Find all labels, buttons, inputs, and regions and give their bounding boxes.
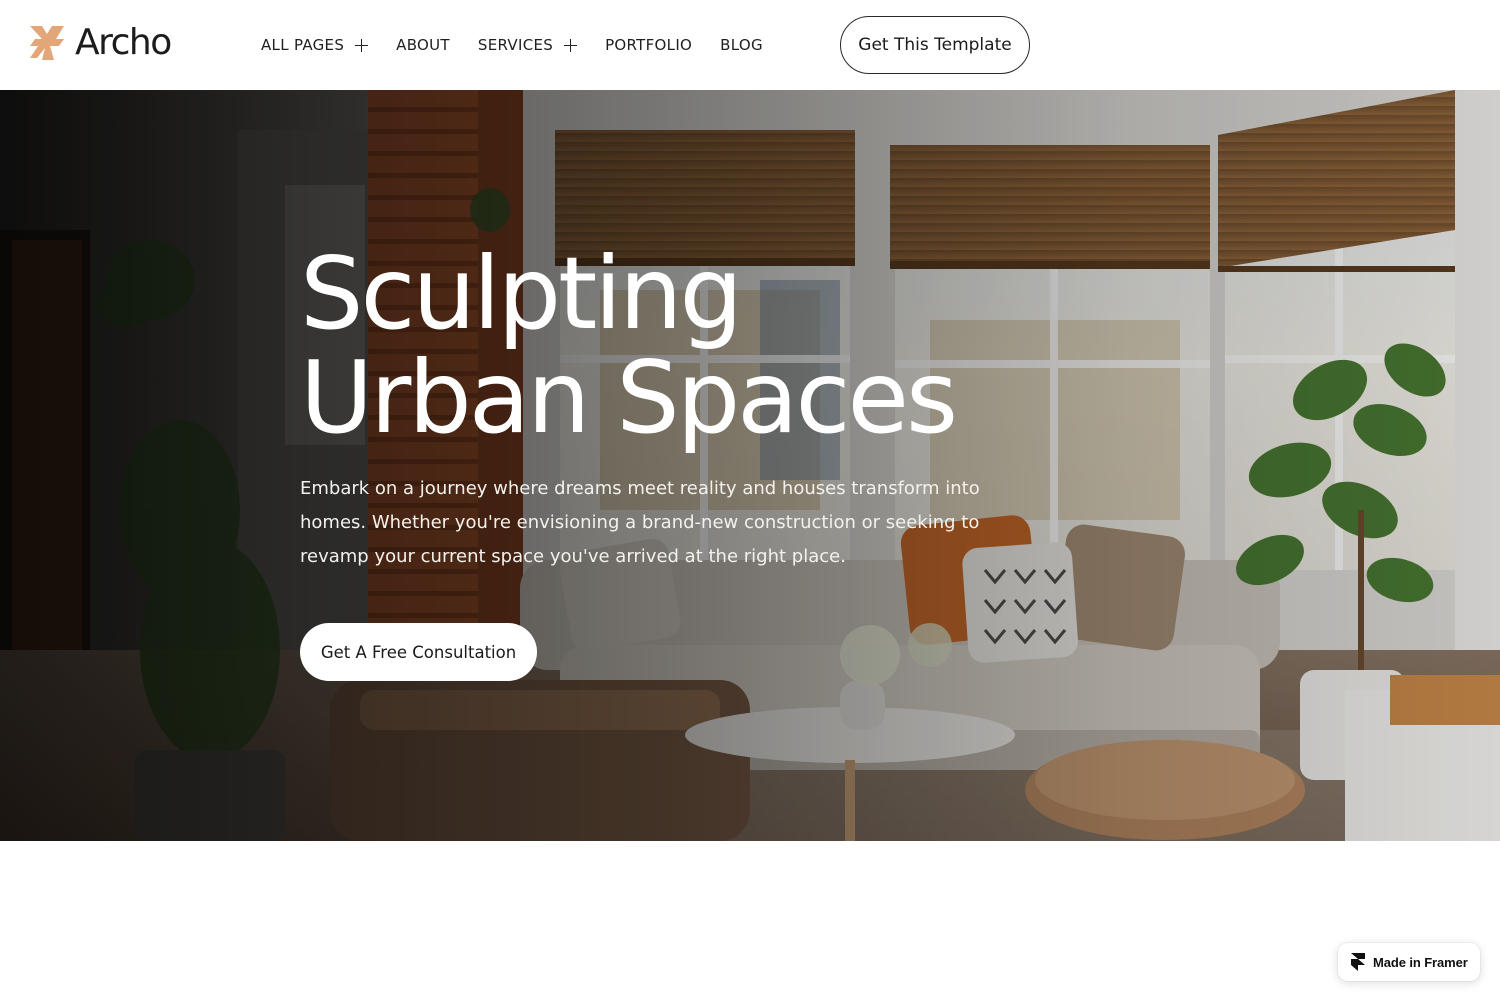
free-consultation-button[interactable]: Get A Free Consultation bbox=[300, 623, 537, 681]
plus-icon bbox=[355, 38, 369, 52]
hero-description: Embark on a journey where dreams meet re… bbox=[300, 478, 980, 567]
nav-item-all-pages[interactable]: ALL PAGES bbox=[261, 33, 369, 57]
living-room-interior-photo bbox=[0, 90, 1500, 841]
nav-item-label: ALL PAGES bbox=[261, 36, 345, 54]
brand-logo[interactable]: Archo bbox=[28, 22, 172, 63]
framer-logo-icon bbox=[1351, 953, 1365, 971]
nav-item-portfolio[interactable]: PORTFOLIO bbox=[605, 33, 692, 57]
hero-section: Sculpting Urban Spaces Embark on a journ… bbox=[0, 90, 1500, 841]
main-nav: ALL PAGES ABOUT SERVICES PORTFOLIO BLOG bbox=[261, 33, 791, 57]
badge-label: Made in Framer bbox=[1373, 954, 1468, 970]
nav-item-label: BLOG bbox=[720, 36, 763, 54]
brand-name: Archo bbox=[75, 22, 172, 63]
archo-star-mark-icon bbox=[30, 26, 64, 60]
hero-title: Sculpting Urban Spaces bbox=[300, 242, 1060, 450]
nav-item-label: SERVICES bbox=[477, 36, 554, 54]
made-in-framer-badge[interactable]: Made in Framer bbox=[1338, 943, 1480, 981]
hero-title-line-2: Urban Spaces bbox=[300, 339, 958, 456]
nav-item-about[interactable]: ABOUT bbox=[396, 33, 450, 57]
hero-title-line-1: Sculpting bbox=[300, 235, 743, 352]
site-header: Archo ALL PAGES ABOUT SERVICES PORTFOLIO… bbox=[0, 0, 1500, 90]
nav-item-services[interactable]: SERVICES bbox=[477, 33, 578, 57]
nav-item-label: ABOUT bbox=[396, 36, 450, 54]
plus-icon bbox=[564, 38, 578, 52]
nav-item-blog[interactable]: BLOG bbox=[720, 33, 763, 57]
nav-item-label: PORTFOLIO bbox=[605, 36, 693, 54]
get-template-button[interactable]: Get This Template bbox=[840, 16, 1030, 74]
